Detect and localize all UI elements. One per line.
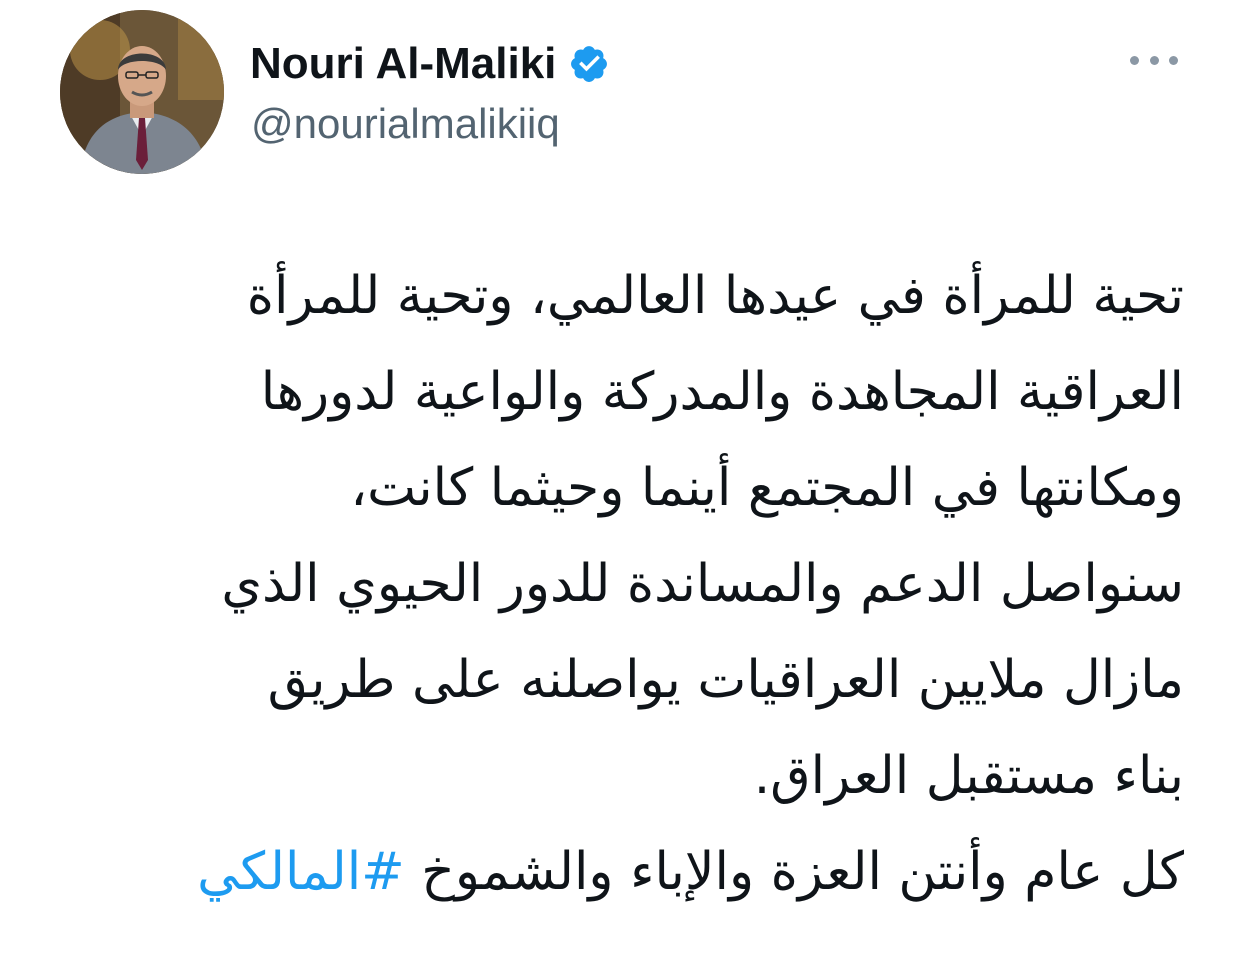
person-portrait-icon bbox=[60, 10, 224, 174]
tweet-text: تحية للمرأة في عيدها العالمي، وتحية للمر… bbox=[54, 248, 1184, 920]
author-name-row: Nouri Al-Maliki bbox=[250, 36, 610, 92]
author-handle[interactable]: @nourialmalikiiq bbox=[251, 100, 560, 148]
tweet-line: ومكانتها في المجتمع أينما وحيثما كانت، bbox=[350, 458, 1184, 518]
author-display-name[interactable]: Nouri Al-Maliki bbox=[250, 39, 556, 89]
tweet-line: تحية للمرأة في عيدها العالمي، وتحية للمر… bbox=[246, 266, 1184, 326]
author-avatar[interactable] bbox=[60, 10, 224, 174]
more-dot bbox=[1130, 55, 1139, 65]
tweet-line: مازال ملايين العراقيات يواصلنه على طريق bbox=[267, 650, 1184, 710]
more-options-icon[interactable] bbox=[1130, 44, 1178, 76]
tweet-line-text: كل عام وأنتن العزة والإباء والشموخ bbox=[404, 842, 1184, 902]
tweet-last-line: كل عام وأنتن العزة والإباء والشموخ #الما… bbox=[54, 824, 1184, 920]
tweet-card: Nouri Al-Maliki @nourialmalikiiq تحية لل… bbox=[0, 0, 1242, 960]
hashtag-link[interactable]: #المالكي bbox=[197, 842, 405, 902]
tweet-line: بناء مستقبل العراق. bbox=[753, 746, 1184, 806]
verified-badge-icon bbox=[571, 46, 608, 82]
more-dot bbox=[1169, 55, 1178, 65]
more-dot bbox=[1149, 55, 1159, 65]
tweet-line: العراقية المجاهدة والمدركة والواعية لدور… bbox=[260, 362, 1184, 422]
tweet-line: سنواصل الدعم والمساندة للدور الحيوي الذي bbox=[221, 554, 1184, 614]
